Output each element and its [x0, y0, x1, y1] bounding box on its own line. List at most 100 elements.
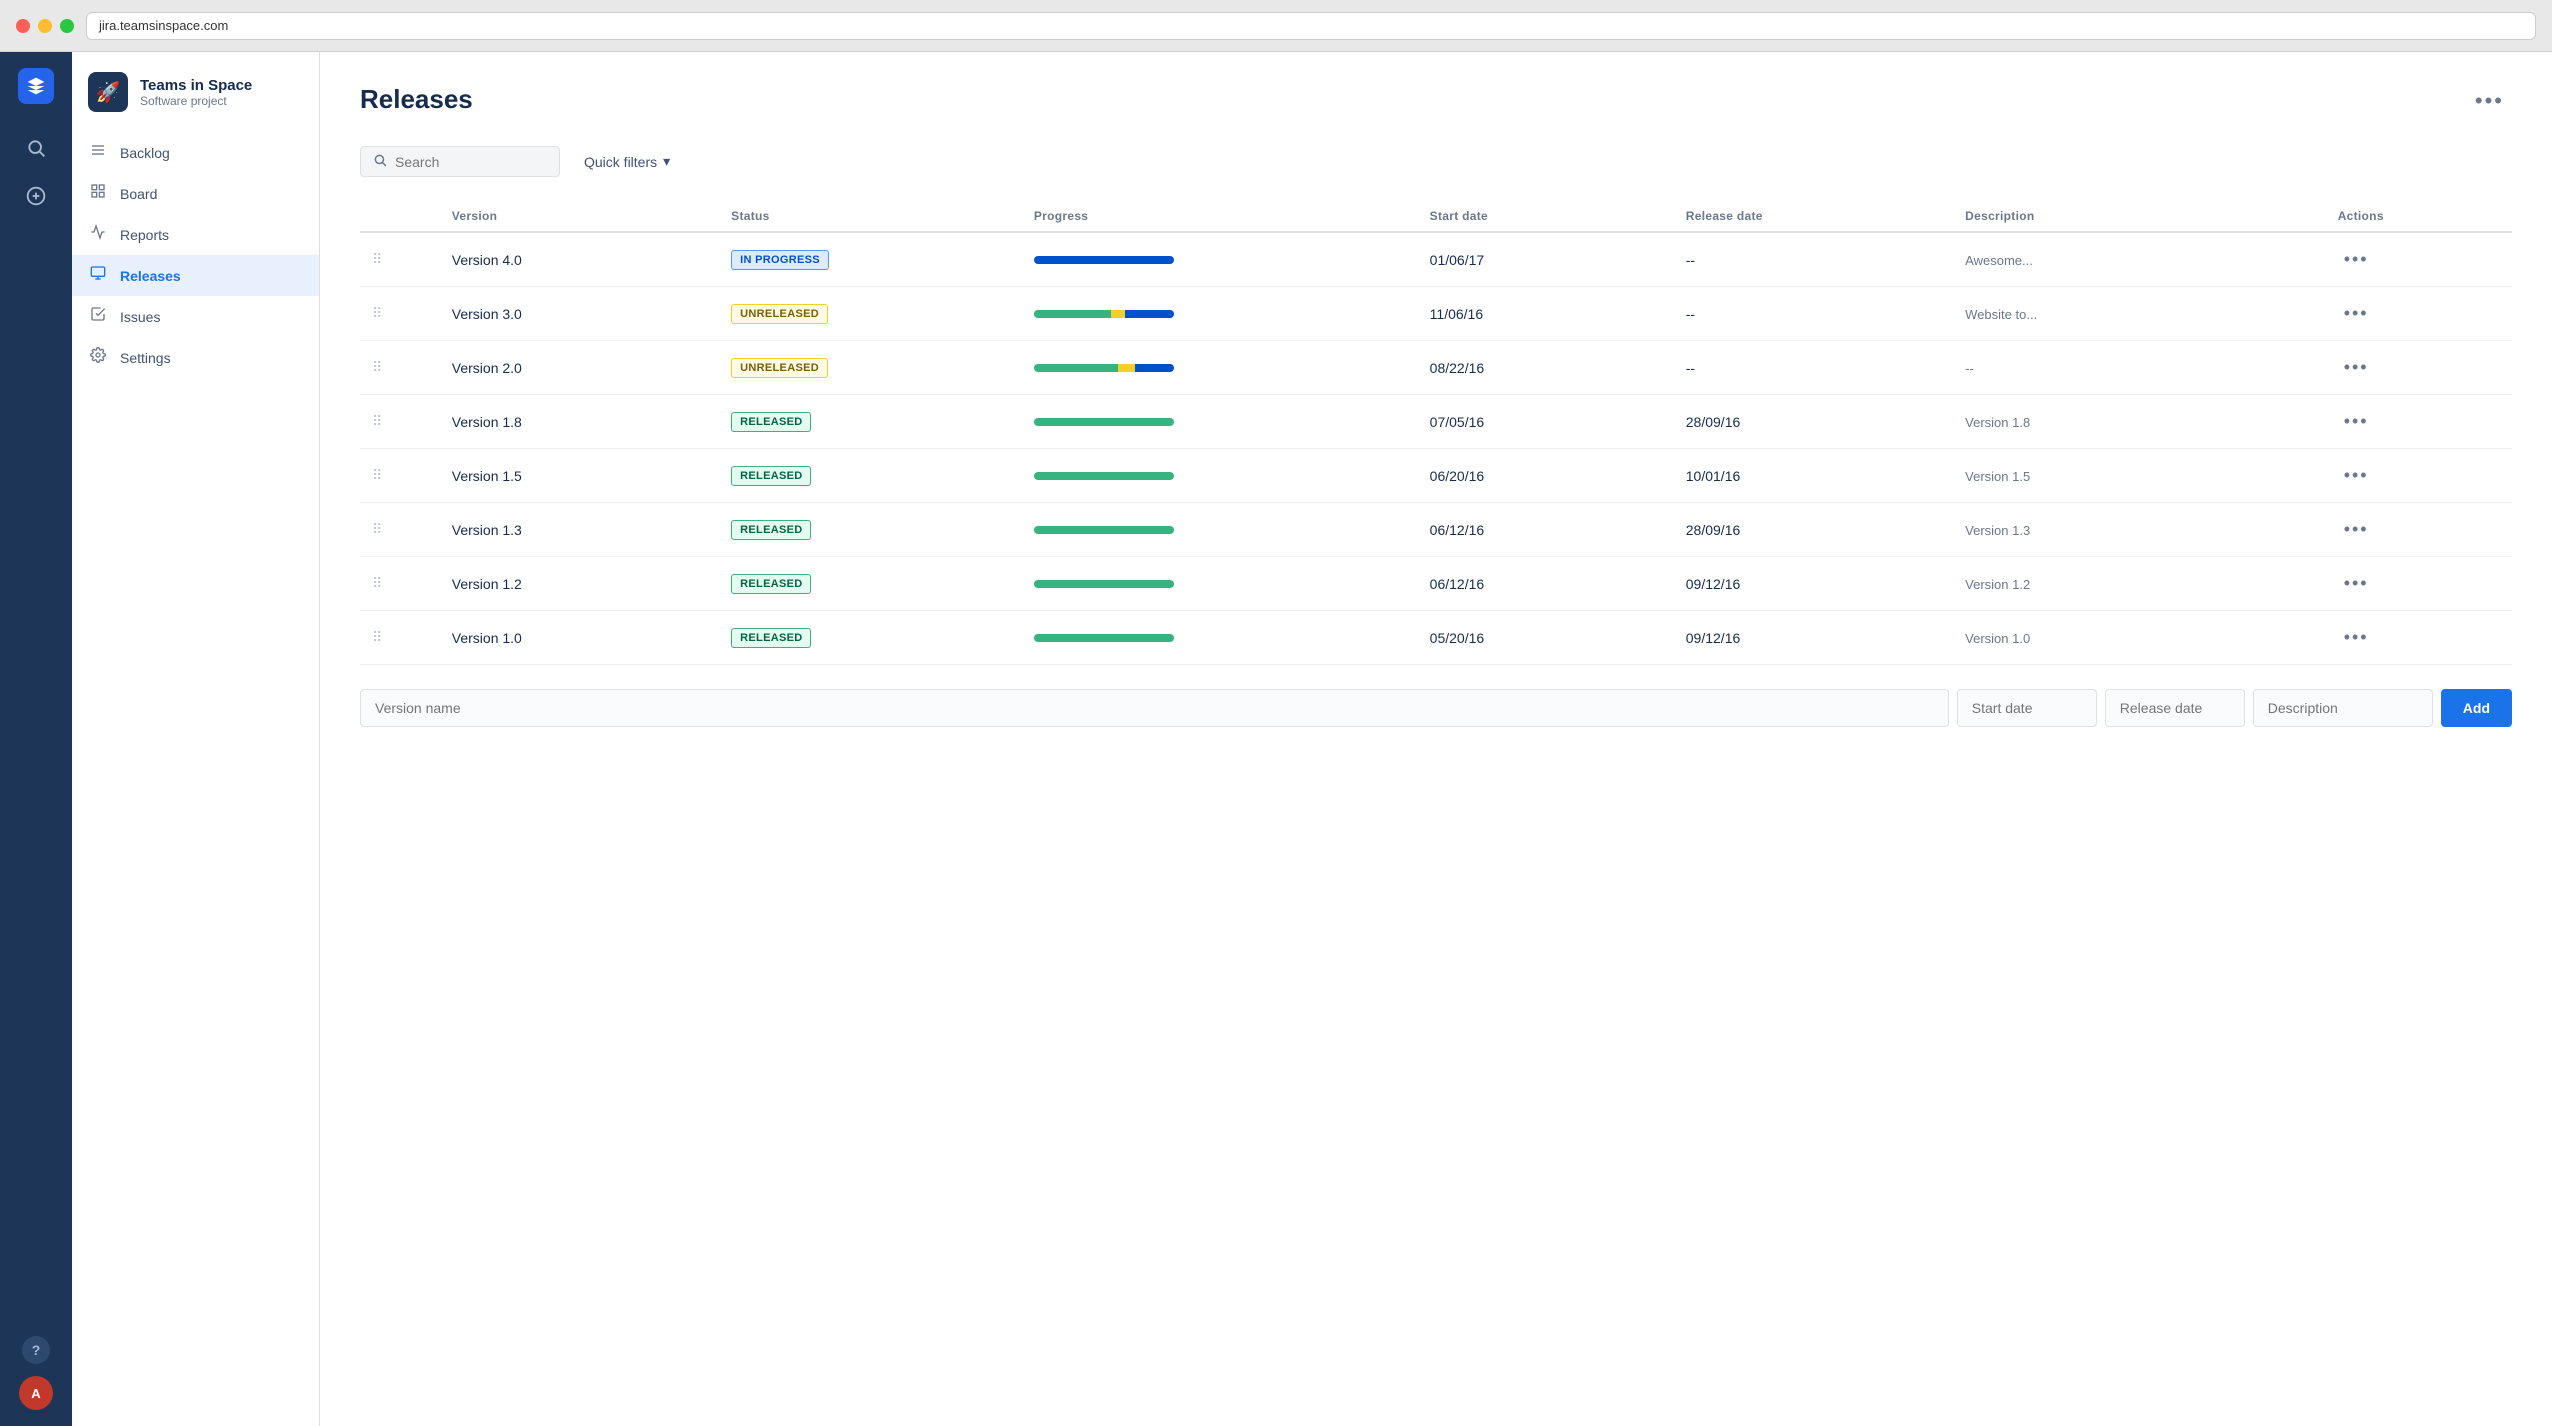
- actions-cell: •••: [2326, 557, 2512, 611]
- row-actions-button[interactable]: •••: [2338, 247, 2375, 272]
- row-actions-button[interactable]: •••: [2338, 571, 2375, 596]
- add-version-form: Add: [360, 681, 2512, 727]
- progress-green: [1034, 634, 1174, 642]
- description-cell: Version 1.2: [1953, 557, 2326, 611]
- status-badge: RELEASED: [731, 574, 811, 594]
- minimize-button[interactable]: [38, 19, 52, 33]
- col-progress: Progress: [1022, 201, 1418, 232]
- start-date-cell: 06/12/16: [1418, 503, 1674, 557]
- close-button[interactable]: [16, 19, 30, 33]
- version-cell: Version 4.0: [440, 232, 719, 287]
- progress-green: [1034, 364, 1118, 372]
- help-icon[interactable]: ?: [22, 1336, 50, 1364]
- progress-yellow: [1118, 364, 1135, 372]
- status-cell: RELEASED: [719, 449, 1022, 503]
- description-cell: Version 1.5: [1953, 449, 2326, 503]
- description-input[interactable]: [2253, 689, 2433, 727]
- sidebar: 🚀 Teams in Space Software project Backlo…: [72, 52, 320, 1426]
- table-row: ⠿ Version 2.0 UNRELEASED 08/22/16 -- -- …: [360, 341, 2512, 395]
- progress-cell: [1022, 395, 1418, 449]
- chevron-down-icon: ▾: [663, 153, 670, 170]
- progress-cell: [1022, 611, 1418, 665]
- progress-bar: [1034, 256, 1174, 264]
- release-date-cell: 28/09/16: [1674, 395, 1953, 449]
- nav-icon-backlog: [88, 142, 108, 163]
- drag-handle[interactable]: ⠿: [360, 503, 440, 557]
- row-actions-button[interactable]: •••: [2338, 301, 2375, 326]
- row-actions-button[interactable]: •••: [2338, 409, 2375, 434]
- drag-handle[interactable]: ⠿: [360, 395, 440, 449]
- nav-icon-reports: [88, 224, 108, 245]
- status-badge: UNRELEASED: [731, 304, 828, 324]
- project-icon: 🚀: [88, 72, 128, 112]
- more-options-button[interactable]: •••: [2467, 84, 2512, 118]
- actions-cell: •••: [2326, 449, 2512, 503]
- progress-bar: [1034, 526, 1174, 534]
- release-date-cell: --: [1674, 287, 1953, 341]
- nav-label-releases: Releases: [120, 268, 181, 284]
- search-input[interactable]: [395, 154, 547, 170]
- add-button[interactable]: Add: [2441, 689, 2512, 727]
- row-actions-button[interactable]: •••: [2338, 625, 2375, 650]
- row-actions-button[interactable]: •••: [2338, 517, 2375, 542]
- release-date-input[interactable]: [2105, 689, 2245, 727]
- sidebar-item-settings[interactable]: Settings: [72, 337, 319, 378]
- row-actions-button[interactable]: •••: [2338, 463, 2375, 488]
- actions-cell: •••: [2326, 232, 2512, 287]
- progress-bar: [1034, 580, 1174, 588]
- sidebar-item-board[interactable]: Board: [72, 173, 319, 214]
- actions-cell: •••: [2326, 341, 2512, 395]
- app-logo[interactable]: [18, 68, 54, 104]
- col-version: Version: [440, 201, 719, 232]
- add-icon[interactable]: [16, 176, 56, 216]
- drag-handle[interactable]: ⠿: [360, 557, 440, 611]
- version-cell: Version 1.0: [440, 611, 719, 665]
- release-date-cell: --: [1674, 232, 1953, 287]
- table-row: ⠿ Version 3.0 UNRELEASED 11/06/16 -- Web…: [360, 287, 2512, 341]
- progress-green: [1034, 580, 1174, 588]
- start-date-input[interactable]: [1957, 689, 2097, 727]
- search-box[interactable]: [360, 146, 560, 177]
- search-icon[interactable]: [16, 128, 56, 168]
- sidebar-item-backlog[interactable]: Backlog: [72, 132, 319, 173]
- start-date-cell: 11/06/16: [1418, 287, 1674, 341]
- sidebar-item-releases[interactable]: Releases: [72, 255, 319, 296]
- page-title: Releases: [360, 84, 473, 115]
- progress-green: [1034, 310, 1111, 318]
- project-info: Teams in Space Software project: [140, 77, 252, 108]
- actions-cell: •••: [2326, 503, 2512, 557]
- nav-icon-releases: [88, 265, 108, 286]
- progress-blue: [1034, 256, 1174, 264]
- releases-tbody: ⠿ Version 4.0 IN PROGRESS 01/06/17 -- Aw…: [360, 232, 2512, 665]
- drag-handle[interactable]: ⠿: [360, 449, 440, 503]
- description-cell: --: [1953, 341, 2326, 395]
- url-bar[interactable]: jira.teamsinspace.com: [86, 12, 2536, 40]
- drag-handle[interactable]: ⠿: [360, 287, 440, 341]
- start-date-cell: 05/20/16: [1418, 611, 1674, 665]
- col-status: Status: [719, 201, 1022, 232]
- table-header: Version Status Progress Start date Relea…: [360, 201, 2512, 232]
- avatar[interactable]: A: [19, 1376, 53, 1410]
- search-icon: [373, 153, 387, 170]
- drag-handle[interactable]: ⠿: [360, 232, 440, 287]
- version-cell: Version 1.3: [440, 503, 719, 557]
- drag-handle[interactable]: ⠿: [360, 341, 440, 395]
- version-name-input[interactable]: [360, 689, 1949, 727]
- rail-bottom: ? A: [19, 1336, 53, 1410]
- actions-cell: •••: [2326, 287, 2512, 341]
- start-date-cell: 07/05/16: [1418, 395, 1674, 449]
- status-badge: RELEASED: [731, 520, 811, 540]
- drag-handle[interactable]: ⠿: [360, 611, 440, 665]
- sidebar-item-issues[interactable]: Issues: [72, 296, 319, 337]
- row-actions-button[interactable]: •••: [2338, 355, 2375, 380]
- app-container: ? A 🚀 Teams in Space Software project Ba…: [0, 52, 2552, 1426]
- progress-green: [1034, 472, 1174, 480]
- version-cell: Version 3.0: [440, 287, 719, 341]
- sidebar-item-reports[interactable]: Reports: [72, 214, 319, 255]
- status-badge: UNRELEASED: [731, 358, 828, 378]
- fullscreen-button[interactable]: [60, 19, 74, 33]
- nav-label-settings: Settings: [120, 350, 171, 366]
- status-cell: IN PROGRESS: [719, 232, 1022, 287]
- quick-filters-button[interactable]: Quick filters ▾: [572, 147, 682, 176]
- release-date-cell: --: [1674, 341, 1953, 395]
